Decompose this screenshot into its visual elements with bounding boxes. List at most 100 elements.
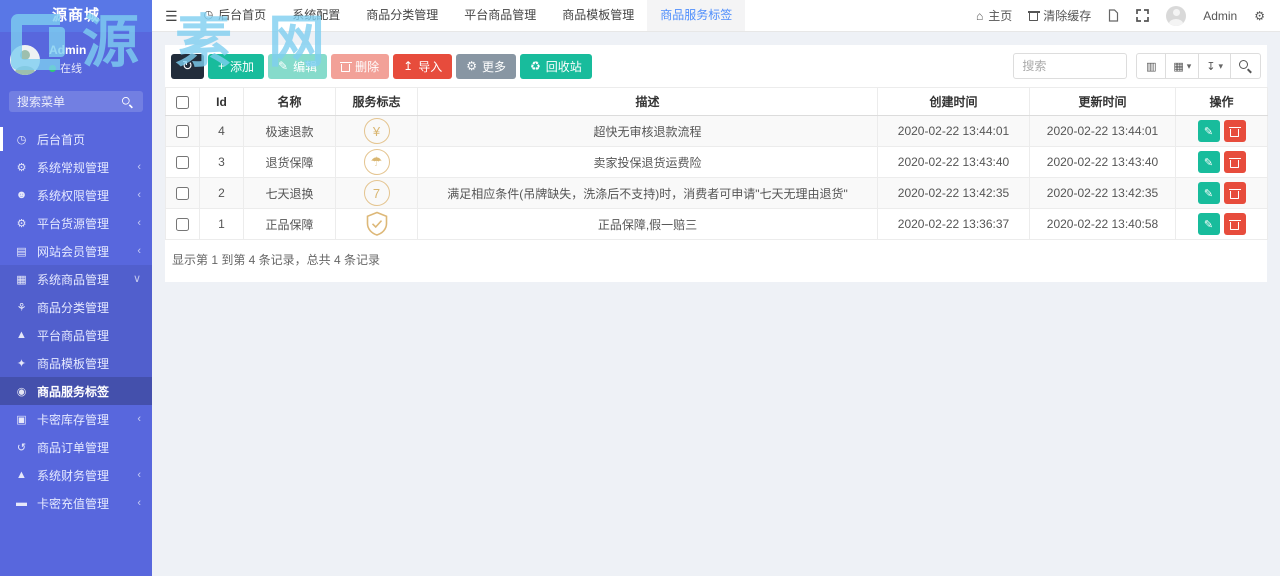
columns-button[interactable]: ▦▾ [1166,53,1199,79]
trash-icon [1230,157,1239,168]
tab-system-config[interactable]: 系统配置 [279,0,353,31]
clear-cache-label: 清除缓存 [1043,7,1091,24]
sidebar-item-system-general[interactable]: ⚙系统常规管理‹ [0,153,152,181]
cell-description: 正品保障,假一赔三 [418,209,878,240]
table-header-row: Id名称服务标志描述创建时间更新时间操作 [166,88,1268,116]
sidebar-item-goods-service-tag[interactable]: ◉商品服务标签 [0,377,152,405]
column-header: 描述 [418,88,878,116]
content-area: ↻ +添加 ✎编辑 删除 ↥导入 ⚙更多 ♻回收站 ▥ ▦▾ ↧▾ [152,32,1280,576]
select-all-checkbox[interactable] [176,96,189,109]
home-label: 主页 [988,7,1012,24]
toggle-view-button[interactable]: ▥ [1136,53,1166,79]
table-search-input[interactable] [1013,53,1127,79]
table-row: 1正品保障正品保障,假一赔三2020-02-22 13:36:372020-02… [166,209,1268,240]
username[interactable]: Admin [1203,9,1237,23]
column-header: 操作 [1176,88,1268,116]
cell-id: 2 [200,178,244,209]
column-header: 创建时间 [878,88,1030,116]
cell-service-badge: ☂ [336,147,418,178]
caret-down-icon: ▾ [1218,61,1223,72]
cell-updated-at: 2020-02-22 13:43:40 [1030,147,1176,178]
select-all-header [166,88,200,116]
edit-button[interactable]: ✎编辑 [268,54,327,79]
cell-service-badge: ¥ [336,116,418,147]
tab-label: 平台商品管理 [464,0,536,31]
expand-icon [1136,9,1149,22]
row-checkbox[interactable] [176,125,189,138]
edit-row-button[interactable]: ✎ [1198,151,1220,173]
delete-row-button[interactable] [1224,120,1246,142]
cell-service-badge [336,209,418,240]
clear-cache-link[interactable]: 清除缓存 [1029,7,1091,24]
search-button[interactable] [1231,53,1261,79]
cell-description: 满足相应条件(吊牌缺失，洗涤后不支持)时，消费者可申请"七天无理由退货" [418,178,878,209]
trash-icon [1029,10,1038,21]
sidebar-item-system-finance[interactable]: ▲系统财务管理‹ [0,461,152,489]
docs-button[interactable] [1108,9,1119,22]
edit-row-button[interactable]: ✎ [1198,213,1220,235]
tab-goods-service-tag[interactable]: 商品服务标签 [647,0,745,31]
tab-label: 系统配置 [292,0,340,31]
row-checkbox[interactable] [176,218,189,231]
sidebar-item-system-goods[interactable]: ▦系统商品管理∨ [0,265,152,293]
cell-created-at: 2020-02-22 13:43:40 [878,147,1030,178]
upload-icon: ↥ [403,59,413,73]
sidebar-item-platform-goods[interactable]: ▲平台商品管理 [0,321,152,349]
home-link[interactable]: ⌂ 主页 [976,7,1012,24]
toolbar-right: ▥ ▦▾ ↧▾ [1013,53,1261,79]
column-header: 名称 [244,88,336,116]
avatar[interactable] [1166,6,1186,26]
cell-id: 3 [200,147,244,178]
sidebar-item-goods-category[interactable]: ⚘商品分类管理 [0,293,152,321]
delete-button[interactable]: 删除 [331,54,389,79]
delete-row-button[interactable] [1224,213,1246,235]
row-checkbox[interactable] [176,156,189,169]
edit-row-button[interactable]: ✎ [1198,120,1220,142]
recycle-bin-button[interactable]: ♻回收站 [520,54,592,79]
settings-gear-icon[interactable]: ⚙ [1254,9,1265,23]
cell-created-at: 2020-02-22 13:36:37 [878,209,1030,240]
edit-row-button[interactable]: ✎ [1198,182,1220,204]
sidebar-item-goods-order[interactable]: ↺商品订单管理 [0,433,152,461]
chevron-left-icon: ‹ [137,190,141,201]
dashboard-icon: ◷ [204,0,214,31]
sidebar-item-label: 后台首页 [37,131,141,148]
search-icon [122,97,133,108]
fullscreen-button[interactable] [1136,9,1149,22]
cubes-icon: ▲ [14,329,29,341]
sidebar-item-goods-template[interactable]: ✦商品模板管理 [0,349,152,377]
refresh-button[interactable]: ↻ [171,54,204,79]
sidebar-item-site-member[interactable]: ▤网站会员管理‹ [0,237,152,265]
sidebar-item-card-recharge[interactable]: ▬卡密充值管理‹ [0,489,152,517]
leaf-icon: ⚘ [14,301,29,314]
brand-title: 源商城 [0,0,152,32]
import-button[interactable]: ↥导入 [393,54,452,79]
column-header: Id [200,88,244,116]
table-row: 4极速退款¥超快无审核退款流程2020-02-22 13:44:012020-0… [166,116,1268,147]
sidebar-item-dashboard[interactable]: ◷后台首页 [0,125,152,153]
row-checkbox[interactable] [176,187,189,200]
active-indicator [0,127,3,151]
pagination-info: 显示第 1 到第 4 条记录，总共 4 条记录 [165,240,1267,280]
tab-platform-goods[interactable]: 平台商品管理 [451,0,549,31]
avatar[interactable] [10,45,40,75]
add-button[interactable]: +添加 [208,54,264,79]
tab-goods-template[interactable]: 商品模板管理 [549,0,647,31]
sidebar-item-system-auth[interactable]: ☻系统权限管理‹ [0,181,152,209]
umbrella-icon: ☂ [364,149,390,175]
sidebar-item-label: 系统商品管理 [37,271,133,288]
more-button[interactable]: ⚙更多 [456,54,516,79]
tab-dashboard[interactable]: ◷后台首页 [191,0,280,31]
sidebar-toggle-icon[interactable]: ☰ [152,0,191,31]
table-row: 3退货保障☂卖家投保退货运费险2020-02-22 13:43:402020-0… [166,147,1268,178]
admin-app: 源商城 Admin 在线 ◷后台首页⚙系统常规管理‹☻系统权限管理‹⚙平台货源管… [0,0,1280,576]
pencil-icon: ✎ [1204,125,1213,138]
sidebar-item-card-stock[interactable]: ▣卡密库存管理‹ [0,405,152,433]
list-icon: ▤ [14,245,29,258]
delete-row-button[interactable] [1224,182,1246,204]
export-button[interactable]: ↧▾ [1199,53,1231,79]
chevron-left-icon: ‹ [137,218,141,229]
sidebar-item-platform-source[interactable]: ⚙平台货源管理‹ [0,209,152,237]
delete-row-button[interactable] [1224,151,1246,173]
tab-goods-category[interactable]: 商品分类管理 [353,0,451,31]
